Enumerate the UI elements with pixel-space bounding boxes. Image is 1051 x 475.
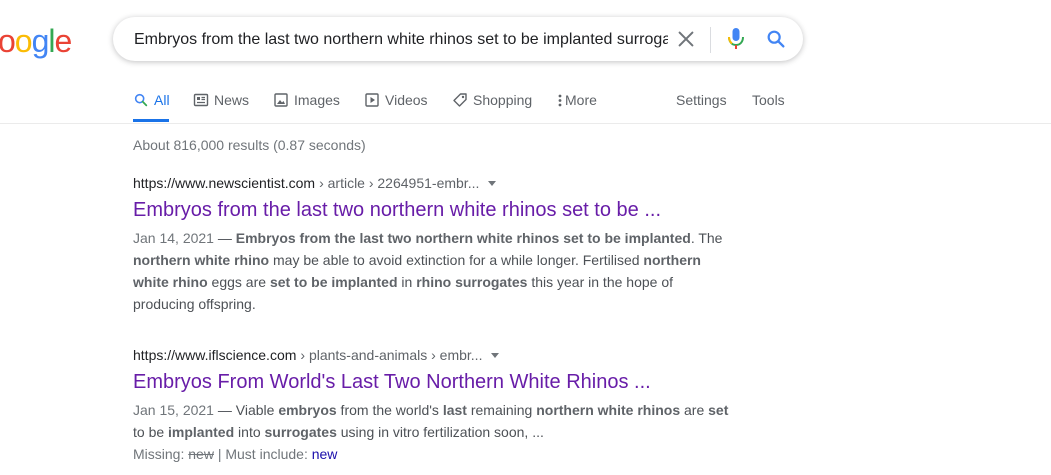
missing-term: new [188,446,214,462]
close-icon [678,31,694,47]
voice-search-button[interactable] [725,27,747,51]
settings-button[interactable]: Settings [676,92,727,116]
tab-label: News [214,92,250,108]
tab-news[interactable]: News [193,92,249,116]
snippet-segment: remaining [466,402,537,418]
result-date: Jan 15, 2021 [133,402,214,418]
snippet-highlight: surrogates [264,424,337,440]
must-include-label: | Must include: [217,446,308,462]
result-breadcrumb: › article › 2264951-embr... [319,175,480,191]
snippet-segment: to be [133,424,169,440]
tab-label: Videos [385,92,428,108]
tools-button[interactable]: Tools [752,92,785,116]
serp-page: oogle Embryos from the last two northern… [0,0,1051,475]
result-stats: About 816,000 results (0.87 seconds) [133,137,366,153]
logo-letter: o [0,23,16,59]
result-snippet: Jan 14, 2021 — Embryos from the last two… [133,227,733,315]
tab-images[interactable]: Images [273,92,340,116]
search-input[interactable]: Embryos from the last two northern white… [134,29,668,51]
logo-letter: o [14,23,33,59]
snippet-segment: from the world's [336,402,443,418]
must-include-link[interactable]: new [312,446,338,462]
search-submit-button[interactable] [765,28,787,50]
result-menu-caret-icon[interactable] [491,352,500,358]
logo-text: oogle [0,23,73,59]
logo-letter: e [54,23,73,59]
tab-label: All [154,92,170,108]
result-url[interactable]: https://www.newscientist.com › article ›… [133,175,733,191]
snippet-segment: using in vitro fertilization soon, ... [336,424,544,440]
snippet-highlight: Embryos from the last two northern white… [235,230,691,246]
result-title-link[interactable]: Embryos From World's Last Two Northern W… [133,369,733,395]
search-result: https://www.iflscience.com › plants-and-… [133,347,733,465]
snippet-segment: into [234,424,265,440]
news-icon [193,92,209,108]
result-domain: https://www.iflscience.com [133,347,297,363]
snippet-highlight: set to be implanted [269,274,398,290]
logo-letter: g [31,23,50,59]
tab-more[interactable]: More [556,92,597,116]
microphone-icon [728,28,744,49]
image-icon [273,92,289,108]
snippet-separator: — [213,402,236,418]
tab-label: Images [294,92,340,108]
google-logo[interactable]: oogle [0,23,73,59]
snippet-segment: eggs are [207,274,270,290]
snippet-highlight: last [442,402,467,418]
search-tabs: All News Images Videos Shopping More Set… [0,84,1051,124]
snippet-segment: may be able to avoid extinction for a wh… [269,252,644,268]
snippet-segment: in [397,274,417,290]
search-box: Embryos from the last two northern white… [113,17,803,61]
search-icon [133,92,149,108]
active-tab-indicator [133,119,169,122]
snippet-highlight: rhino surrogates [416,274,528,290]
tab-label: Shopping [473,92,533,108]
snippet-highlight: northern white rhinos [536,402,681,418]
result-title-link[interactable]: Embryos from the last two northern white… [133,197,733,223]
clear-search-button[interactable] [675,28,697,50]
result-date: Jan 14, 2021 [133,230,214,246]
missing-terms: Missing: new | Must include: new [133,443,733,465]
tab-videos[interactable]: Videos [364,92,428,116]
search-divider [710,27,711,53]
snippet-highlight: embryos [278,402,337,418]
result-menu-caret-icon[interactable] [488,180,497,186]
tab-all[interactable]: All [133,92,170,116]
snippet-segment: . The [690,230,723,246]
result-snippet: Jan 15, 2021 — Viable embryos from the w… [133,399,733,443]
result-breadcrumb: › plants-and-animals › embr... [300,347,483,363]
tab-label: More [565,92,597,108]
result-domain: https://www.newscientist.com [133,175,316,191]
result-url[interactable]: https://www.iflscience.com › plants-and-… [133,347,733,363]
snippet-highlight: northern white rhino [133,252,270,268]
snippet-segment: Viable [235,402,279,418]
more-vert-icon [556,92,564,108]
search-icon [767,30,785,48]
search-result: https://www.newscientist.com › article ›… [133,175,733,315]
snippet-highlight: set [708,402,729,418]
tag-icon [452,92,468,108]
video-icon [364,92,380,108]
snippet-segment: are [680,402,709,418]
tab-shopping[interactable]: Shopping [452,92,532,116]
snippet-highlight: implanted [168,424,235,440]
missing-label: Missing: [133,446,185,462]
snippet-separator: — [213,230,236,246]
tabs-divider [0,123,1051,124]
